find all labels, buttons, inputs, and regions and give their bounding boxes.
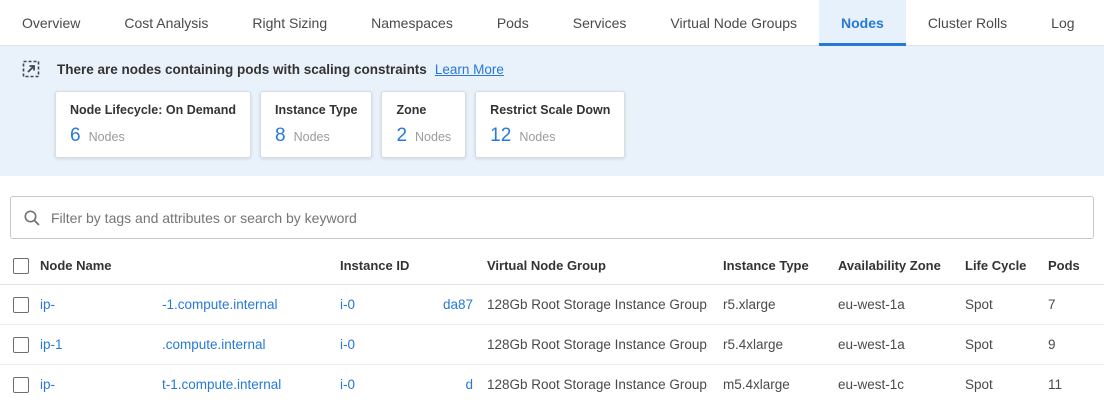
card-title: Node Lifecycle: On Demand: [70, 103, 236, 117]
tab-cluster-rolls[interactable]: Cluster Rolls: [906, 0, 1029, 46]
availability-zone-cell: eu-west-1a: [838, 297, 965, 312]
tab-log[interactable]: Log: [1029, 0, 1096, 46]
node-name-link[interactable]: ip-: [40, 297, 55, 312]
life-cycle-cell: Spot: [965, 377, 1048, 392]
tab-overview[interactable]: Overview: [0, 0, 102, 46]
virtual-node-group-cell: 128Gb Root Storage Instance Group: [487, 377, 723, 392]
filter-bar: [10, 196, 1094, 239]
table-row: ip- t-1.compute.internal i-0 d 128Gb Roo…: [0, 365, 1104, 404]
card-title: Zone: [396, 103, 451, 117]
virtual-node-group-cell: 128Gb Root Storage Instance Group: [487, 297, 723, 312]
constraint-cards: Node Lifecycle: On Demand 6 Nodes Instan…: [0, 91, 1104, 158]
availability-zone-cell: eu-west-1c: [838, 377, 965, 392]
node-name-link[interactable]: .compute.internal: [162, 337, 266, 352]
card-restrict-scale-down[interactable]: Restrict Scale Down 12 Nodes: [475, 91, 625, 158]
pods-cell: 9: [1048, 337, 1104, 352]
card-value: 6: [70, 125, 81, 147]
col-availability-zone: Availability Zone: [838, 258, 965, 273]
card-value: 12: [490, 125, 511, 147]
search-icon: [23, 209, 41, 227]
card-zone[interactable]: Zone 2 Nodes: [381, 91, 466, 158]
col-instance-type: Instance Type: [723, 258, 838, 273]
card-instance-type[interactable]: Instance Type 8 Nodes: [260, 91, 372, 158]
card-unit: Nodes: [519, 130, 555, 144]
instance-type-cell: m5.4xlarge: [723, 377, 838, 392]
node-name-link[interactable]: -1.compute.internal: [162, 297, 278, 312]
node-name-link[interactable]: ip-1: [40, 337, 63, 352]
instance-id-link[interactable]: da87: [443, 297, 473, 312]
tab-pods[interactable]: Pods: [475, 0, 551, 46]
virtual-node-group-cell: 128Gb Root Storage Instance Group: [487, 337, 723, 352]
card-unit: Nodes: [89, 130, 125, 144]
col-virtual-node-group: Virtual Node Group: [487, 258, 723, 273]
card-value: 8: [275, 125, 286, 147]
node-name-link[interactable]: ip-: [40, 377, 55, 392]
instance-id-link[interactable]: i-0: [340, 337, 355, 352]
instance-id-link[interactable]: d: [465, 377, 473, 392]
life-cycle-cell: Spot: [965, 337, 1048, 352]
table-row: ip- -1.compute.internal i-0 da87 128Gb R…: [0, 285, 1104, 325]
col-node-name: Node Name: [40, 258, 340, 273]
card-title: Instance Type: [275, 103, 357, 117]
tab-nodes[interactable]: Nodes: [819, 0, 906, 46]
col-pods: Pods: [1048, 258, 1104, 273]
card-value: 2: [396, 125, 407, 147]
col-instance-id: Instance ID: [340, 258, 487, 273]
row-checkbox[interactable]: [13, 297, 29, 313]
table-header: Node Name Instance ID Virtual Node Group…: [0, 247, 1104, 285]
learn-more-link[interactable]: Learn More: [435, 62, 504, 77]
instance-id-link[interactable]: i-0: [340, 297, 355, 312]
col-life-cycle: Life Cycle: [965, 258, 1048, 273]
scaling-constraints-banner: There are nodes containing pods with sca…: [0, 46, 1104, 176]
instance-type-cell: r5.4xlarge: [723, 337, 838, 352]
tab-right-sizing[interactable]: Right Sizing: [230, 0, 349, 46]
tab-namespaces[interactable]: Namespaces: [349, 0, 475, 46]
scale-out-icon: [22, 60, 40, 78]
instance-type-cell: r5.xlarge: [723, 297, 838, 312]
card-title: Restrict Scale Down: [490, 103, 610, 117]
pods-cell: 7: [1048, 297, 1104, 312]
card-unit: Nodes: [294, 130, 330, 144]
tab-virtual-node-groups[interactable]: Virtual Node Groups: [648, 0, 819, 46]
availability-zone-cell: eu-west-1a: [838, 337, 965, 352]
table-row: ip-1 .compute.internal i-0 128Gb Root St…: [0, 325, 1104, 365]
nodes-table: Node Name Instance ID Virtual Node Group…: [0, 247, 1104, 404]
row-checkbox[interactable]: [13, 377, 29, 393]
tab-bar: Overview Cost Analysis Right Sizing Name…: [0, 0, 1104, 46]
row-checkbox[interactable]: [13, 337, 29, 353]
card-node-lifecycle[interactable]: Node Lifecycle: On Demand 6 Nodes: [55, 91, 251, 158]
card-unit: Nodes: [415, 130, 451, 144]
life-cycle-cell: Spot: [965, 297, 1048, 312]
pods-cell: 11: [1048, 377, 1104, 392]
node-name-link[interactable]: t-1.compute.internal: [162, 377, 281, 392]
tab-cost-analysis[interactable]: Cost Analysis: [102, 0, 230, 46]
tab-services[interactable]: Services: [551, 0, 649, 46]
filter-input[interactable]: [51, 210, 1081, 226]
banner-message: There are nodes containing pods with sca…: [57, 62, 427, 77]
instance-id-link[interactable]: i-0: [340, 377, 355, 392]
select-all-checkbox[interactable]: [13, 258, 29, 274]
